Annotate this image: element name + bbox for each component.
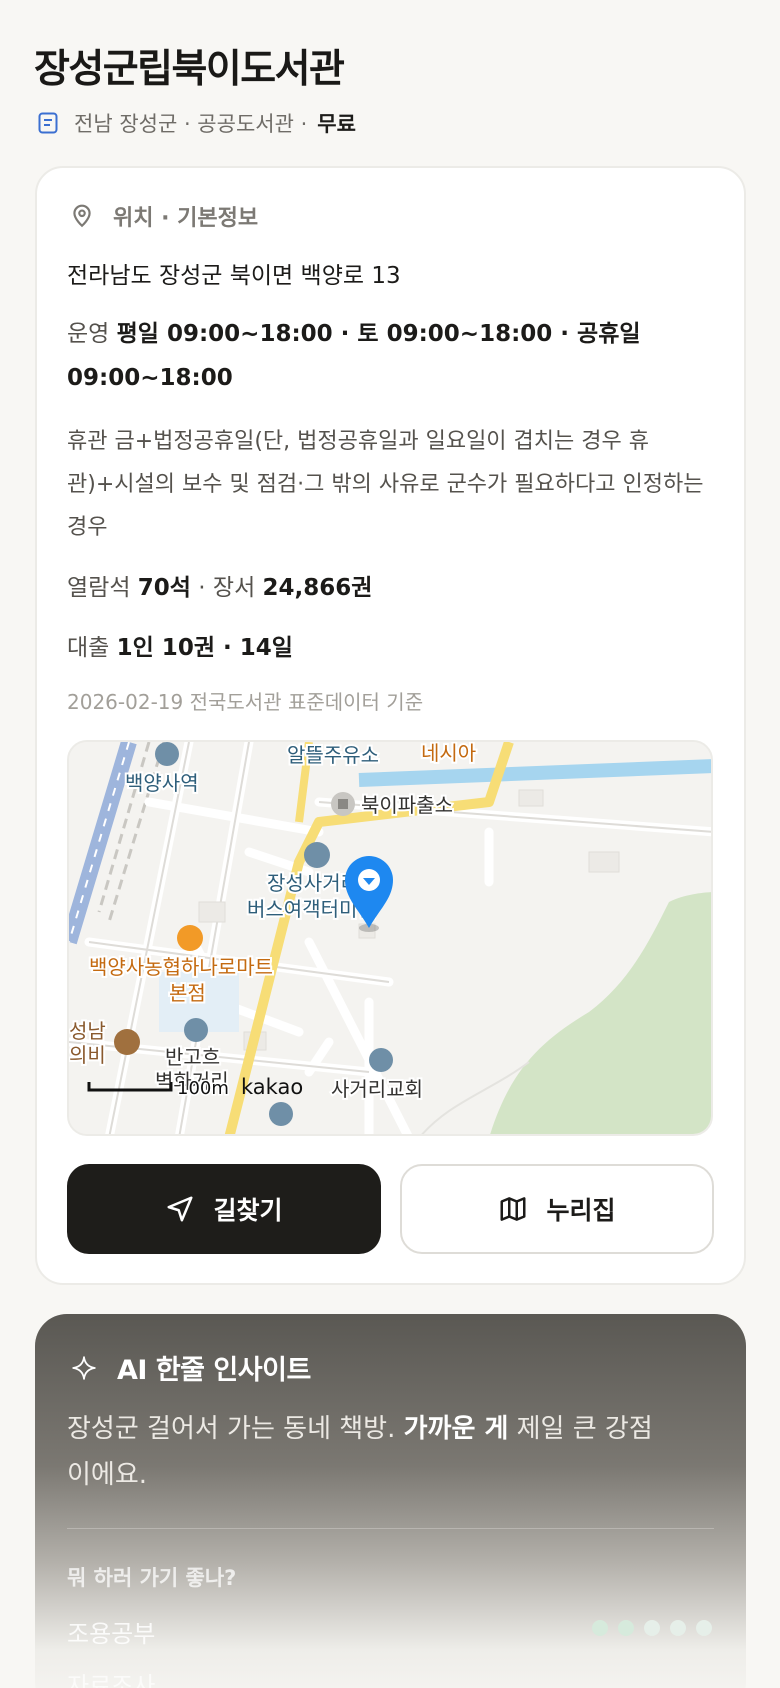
ai-text-before: 장성군 걸어서 가는 동네 책방. [67, 1414, 396, 1444]
location-pin-icon [73, 204, 91, 228]
library-meta: 전남 장성군 · 공공도서관 · 무료 [36, 108, 356, 138]
loan-value: 1인 10권 · 14일 [116, 635, 293, 661]
loan-policy: 대출 1인 10권 · 14일 [67, 628, 293, 662]
section-header: 위치 · 기본정보 [69, 200, 258, 232]
website-button[interactable]: 누리집 [400, 1164, 714, 1254]
document-icon [38, 112, 58, 134]
page-title: 장성군립북이도서관 [34, 47, 345, 92]
rating-dot [618, 1620, 634, 1636]
ai-text-bold: 가까운 게 [403, 1414, 509, 1444]
map-label-station: 백양사역 [125, 771, 199, 795]
opening-hours: 운영 평일 09:00~18:00 · 토 09:00~18:00 · 공휴일 … [67, 312, 687, 400]
ai-insight-title: AI 한줄 인사이트 [117, 1355, 311, 1386]
map-label-gas: 알뜰주유소 [287, 743, 379, 767]
church-icon [369, 1048, 393, 1072]
library-stats: 열람석 70석 · 장서 24,866권 [67, 568, 372, 602]
ai-insight-text: 장성군 걸어서 가는 동네 책방. 가까운 게 제일 큰 강점이에요. [67, 1406, 667, 1498]
rating-dots [592, 1620, 712, 1636]
map-label-seongnam-2: 의비 [69, 1043, 106, 1067]
ai-option-study[interactable]: 조용공부 [67, 1614, 155, 1649]
loan-key: 대출 [67, 635, 110, 661]
basket-icon [177, 925, 203, 951]
bus-icon [304, 842, 330, 868]
hours-value: 평일 09:00~18:00 · 토 09:00~18:00 · 공휴일 09:… [67, 321, 641, 391]
location-map[interactable]: 백양사역 알뜰주유소 네시아 북이파출소 장성사거리 버스여객터미널 백양사농협… [67, 740, 713, 1136]
closed-days: 휴관 금+법정공휴일(단, 법정공휴일과 일요일이 겹치는 경우 휴관)+시설의… [67, 429, 704, 540]
divider [67, 1528, 714, 1529]
rating-dot [670, 1620, 686, 1636]
ai-option-research[interactable]: 자료조사 [67, 1666, 155, 1688]
map-icon [500, 1197, 526, 1221]
map-label-church: 사거리교회 [331, 1077, 423, 1101]
rating-dot [592, 1620, 608, 1636]
rating-dot [644, 1620, 660, 1636]
scale-label: 100m [177, 1078, 229, 1099]
subway-icon [155, 742, 179, 766]
address: 전라남도 장성군 북이면 백양로 13 [67, 263, 401, 289]
data-source-date: 2026-02-19 전국도서관 표준데이터 기준 [67, 690, 424, 714]
map-label-nesia: 네시아 [421, 742, 476, 765]
ai-question: 뭐 하러 가기 좋나? [67, 1566, 237, 1590]
seats-key: 열람석 [67, 575, 131, 601]
map-label-police: 북이파출소 [361, 793, 453, 817]
books-value: 24,866권 [262, 575, 373, 601]
info-card: 위치 · 기본정보 전라남도 장성군 북이면 백양로 13 운영 평일 09:0… [35, 166, 746, 1285]
price-label: 무료 [317, 112, 356, 136]
map-brand-logo: kakao [241, 1075, 303, 1099]
map-label-bango-1: 반고흐 [165, 1045, 220, 1069]
section-label: 위치 · 기본정보 [113, 206, 259, 231]
monument-icon [114, 1029, 140, 1055]
ai-insight-card: AI 한줄 인사이트 장성군 걸어서 가는 동네 책방. 가까운 게 제일 큰 … [35, 1314, 746, 1688]
map-label-seongnam-1: 성남 [69, 1019, 106, 1043]
meta-text: 전남 장성군 · 공공도서관 · [74, 112, 308, 136]
sparkle-icon [72, 1355, 96, 1380]
ai-insight-header: AI 한줄 인사이트 [71, 1348, 311, 1387]
directions-label: 길찾기 [213, 1196, 283, 1225]
books-key: · 장서 [198, 575, 256, 601]
seats-value: 70석 [137, 575, 191, 601]
navigation-arrow-icon [167, 1196, 193, 1222]
website-label: 누리집 [546, 1196, 616, 1225]
map-label-mart-2: 본점 [169, 981, 206, 1005]
rating-dot [696, 1620, 712, 1636]
hours-key: 운영 [67, 321, 110, 347]
directions-button[interactable]: 길찾기 [67, 1164, 381, 1254]
map-label-mart-1: 백양사농협하나로마트 [89, 955, 273, 979]
flag-icon [184, 1018, 208, 1042]
